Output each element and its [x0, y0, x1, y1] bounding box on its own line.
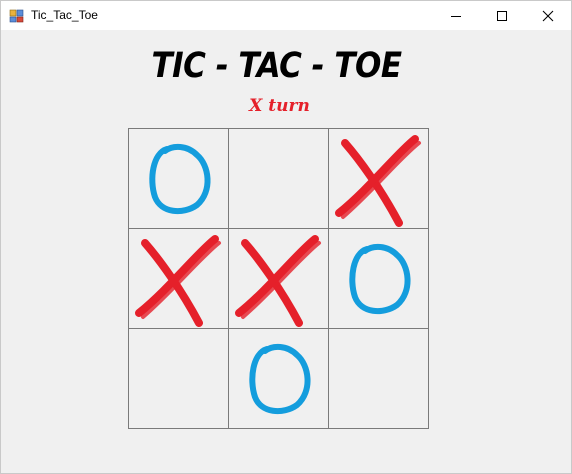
cell-0-0[interactable] [128, 128, 229, 229]
cell-1-2[interactable] [328, 228, 429, 329]
cell-mark [329, 329, 428, 428]
app-icon [9, 8, 25, 24]
o-mark [149, 143, 211, 215]
minimize-icon [451, 15, 461, 17]
maximize-icon [497, 10, 507, 21]
cell-mark [129, 329, 228, 428]
game-area: TIC - TAC - TOE X turn [1, 30, 571, 473]
cell-mark [249, 343, 311, 415]
cell-2-2[interactable] [328, 328, 429, 429]
o-mark [349, 243, 411, 315]
cell-mark [229, 129, 328, 228]
cell-mark [335, 135, 421, 227]
cell-1-0[interactable] [128, 228, 229, 329]
cell-2-1[interactable] [228, 328, 329, 429]
cell-0-2[interactable] [328, 128, 429, 229]
window-title: Tic_Tac_Toe [31, 8, 98, 22]
minimize-button[interactable] [433, 1, 479, 30]
close-icon [542, 10, 554, 21]
maximize-button[interactable] [479, 1, 525, 30]
title-bar[interactable]: Tic_Tac_Toe [1, 1, 571, 30]
x-mark [135, 235, 221, 327]
cell-mark [149, 143, 211, 215]
close-button[interactable] [525, 1, 571, 30]
o-mark [249, 343, 311, 415]
cell-0-1[interactable] [228, 128, 329, 229]
cell-mark [235, 235, 321, 327]
turn-indicator: X turn [249, 96, 310, 116]
cell-mark [135, 235, 221, 327]
game-title: TIC - TAC - TOE [151, 45, 402, 87]
app-window: Tic_Tac_Toe TIC - TAC - TOE X turn [0, 0, 572, 474]
cell-mark [349, 243, 411, 315]
game-board [128, 128, 429, 429]
cell-1-1[interactable] [228, 228, 329, 329]
x-mark [235, 235, 321, 327]
x-mark [335, 135, 421, 227]
cell-2-0[interactable] [128, 328, 229, 429]
